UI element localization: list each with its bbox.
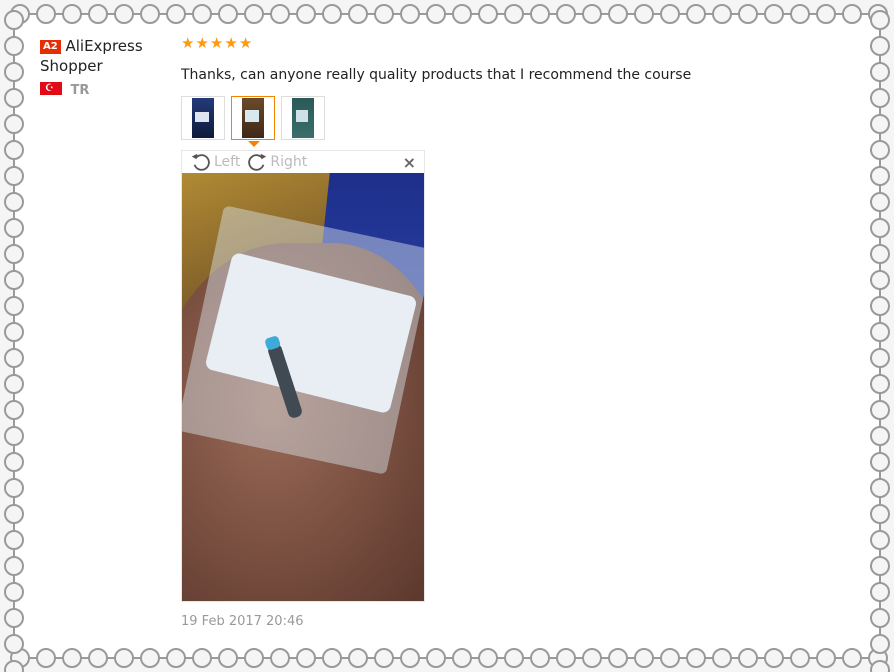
buyer-country: TR bbox=[40, 80, 170, 100]
review-card: A2 AliExpress Shopper TR ★ ★ ★ ★ ★ Thank… bbox=[28, 28, 866, 644]
star-icon: ★ bbox=[195, 34, 209, 52]
review-text: Thanks, can anyone really quality produc… bbox=[181, 67, 692, 83]
star-rating: ★ ★ ★ ★ ★ bbox=[181, 34, 821, 52]
rotate-left-label: Left bbox=[214, 154, 241, 170]
thumbnail-image bbox=[292, 98, 314, 138]
buyer-info: A2 AliExpress Shopper TR bbox=[40, 36, 170, 100]
buyer-level-badge: A2 bbox=[40, 40, 61, 54]
rotate-left-button[interactable]: Left bbox=[190, 151, 240, 173]
turkey-flag-icon bbox=[40, 80, 62, 98]
rotate-left-icon bbox=[191, 153, 210, 171]
rotate-right-label: Right bbox=[270, 154, 308, 170]
photo-thumbnail[interactable] bbox=[281, 96, 325, 140]
photo-thumbnail[interactable] bbox=[181, 96, 225, 140]
thumbnail-image bbox=[242, 98, 264, 138]
photo-thumbnail-selected[interactable] bbox=[231, 96, 275, 147]
star-icon: ★ bbox=[209, 34, 224, 52]
review-date: 19 Feb 2017 20:46 bbox=[181, 614, 304, 629]
photo-viewer: Left Right × bbox=[181, 150, 425, 602]
star-icon: ★ bbox=[181, 34, 195, 52]
review-photo bbox=[182, 173, 424, 601]
rotate-right-button[interactable]: Right bbox=[246, 151, 307, 173]
rotate-right-icon bbox=[248, 153, 267, 171]
close-icon[interactable]: × bbox=[403, 153, 416, 172]
photo-thumbnails bbox=[181, 96, 821, 147]
star-icon: ★ bbox=[224, 34, 238, 52]
viewer-toolbar: Left Right × bbox=[182, 151, 424, 173]
country-code: TR bbox=[70, 83, 90, 98]
star-icon: ★ bbox=[238, 34, 253, 52]
thumbnail-image bbox=[192, 98, 214, 138]
review-body: ★ ★ ★ ★ ★ Thanks, can anyone really qual… bbox=[181, 34, 821, 630]
